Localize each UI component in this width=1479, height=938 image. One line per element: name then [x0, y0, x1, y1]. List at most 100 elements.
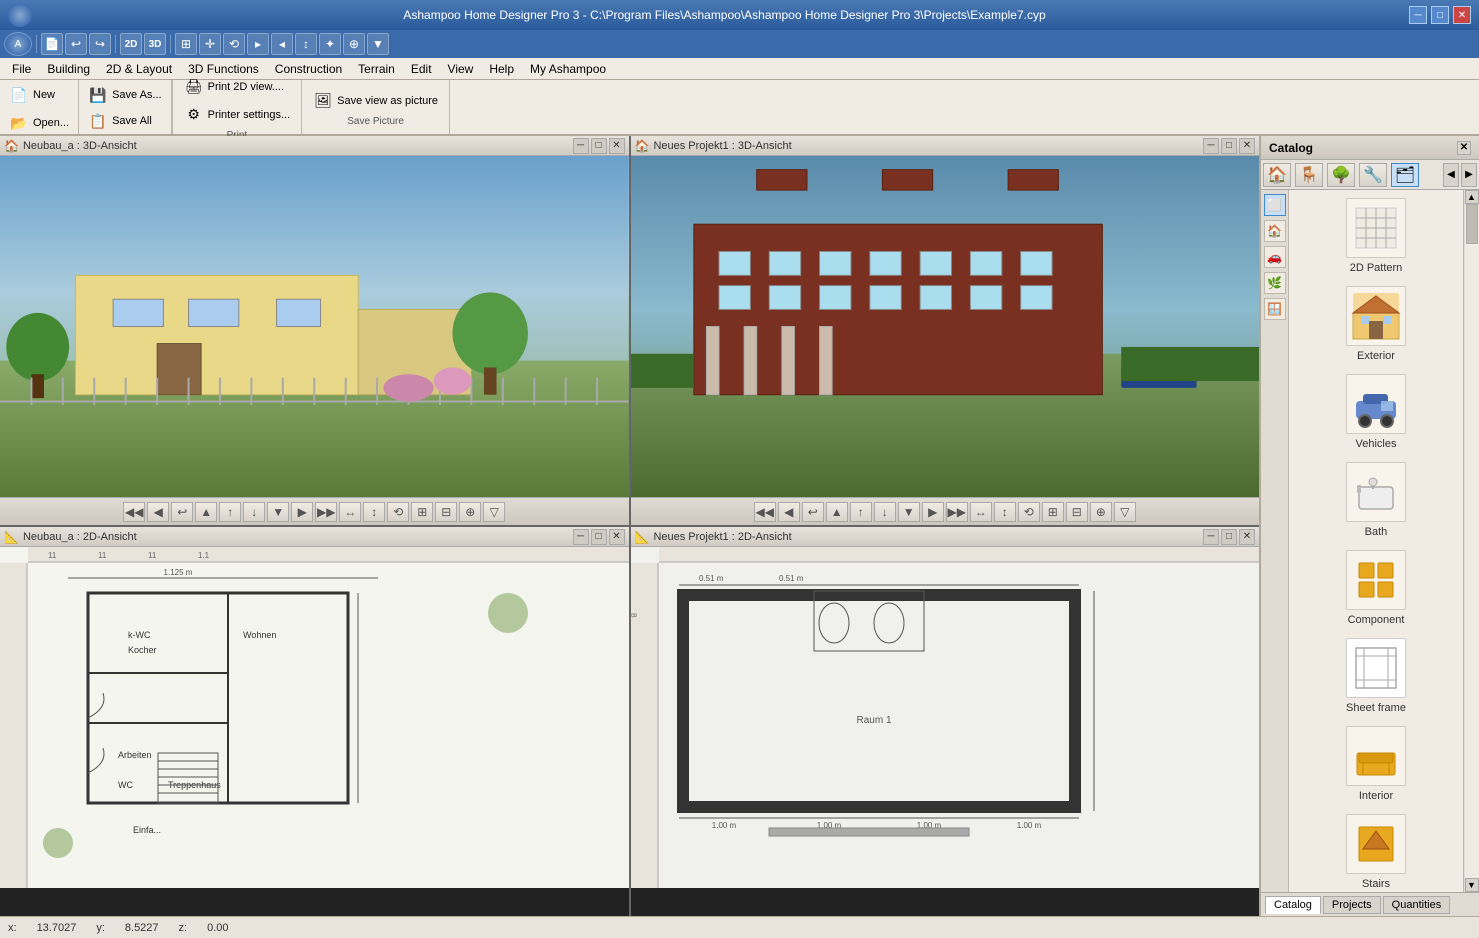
vp3dl-close[interactable]: ✕ — [609, 138, 625, 154]
vp3dr-maximize[interactable]: □ — [1221, 138, 1237, 154]
nav3dr-minus[interactable]: ⊟ — [1066, 502, 1088, 522]
maximize-button[interactable]: □ — [1431, 6, 1449, 24]
qb-logo[interactable]: A — [4, 32, 32, 56]
qb-new[interactable]: 📄 — [41, 33, 63, 55]
nav3dl-undo[interactable]: ↩ — [171, 502, 193, 522]
nav3dl-minus[interactable]: ⊟ — [435, 502, 457, 522]
nav3dl-fwd[interactable]: ▶ — [291, 502, 313, 522]
catside-icon-5[interactable]: 🪟 — [1264, 298, 1286, 320]
nav3dl-up[interactable]: ↑ — [219, 502, 241, 522]
catalog-item-sheetframe[interactable]: Sheet frame — [1297, 638, 1455, 714]
nav3dl-v[interactable]: ↕ — [363, 502, 385, 522]
viewport-3d-left-content[interactable] — [0, 156, 629, 497]
qb-back[interactable]: ◂ — [271, 33, 293, 55]
qb-2d[interactable]: 2D — [120, 33, 142, 55]
toolbar-open[interactable]: 📂 Open... — [4, 110, 74, 136]
nav3dr-dn[interactable]: ↓ — [874, 502, 896, 522]
nav3dr-prev[interactable]: ◀ — [778, 502, 800, 522]
menu-building[interactable]: Building — [39, 60, 98, 78]
catalog-footer-tab-quantities[interactable]: Quantities — [1383, 896, 1451, 914]
nav3dr-fwd[interactable]: ▶ — [922, 502, 944, 522]
menu-edit[interactable]: Edit — [403, 60, 440, 78]
qb-arrow[interactable]: ▸ — [247, 33, 269, 55]
catside-icon-2[interactable]: 🏠 — [1264, 220, 1286, 242]
menu-myashampoo[interactable]: My Ashampoo — [522, 60, 614, 78]
scrollbar-thumb[interactable] — [1466, 204, 1478, 244]
catalog-right-arrow[interactable]: ▶ — [1461, 163, 1477, 187]
nav3dl-fwd2[interactable]: ▶▶ — [315, 502, 337, 522]
catside-icon-1[interactable]: ⬜ — [1264, 194, 1286, 216]
toolbar-print2d[interactable]: 🖨 Print 2D view.... — [179, 74, 296, 100]
nav3dr-fwd2[interactable]: ▶▶ — [946, 502, 968, 522]
vp3dr-close[interactable]: ✕ — [1239, 138, 1255, 154]
vp2dr-close[interactable]: ✕ — [1239, 529, 1255, 545]
viewport-2d-left-content[interactable]: 11 11 11 1.1 1.125 m — [0, 547, 629, 888]
nav3dl-plus[interactable]: ⊕ — [459, 502, 481, 522]
scrollbar-down-btn[interactable]: ▼ — [1465, 878, 1479, 892]
nav3dr-v[interactable]: ↕ — [994, 502, 1016, 522]
qb-cursor[interactable]: ✛ — [199, 33, 221, 55]
catalog-left-arrow[interactable]: ◀ — [1443, 163, 1459, 187]
nav3dr-up-arr[interactable]: ▲ — [826, 502, 848, 522]
cat-tab-5[interactable]: 🗂 — [1391, 163, 1419, 187]
qb-3d[interactable]: 3D — [144, 33, 166, 55]
menu-help[interactable]: Help — [481, 60, 522, 78]
vp2dl-close[interactable]: ✕ — [609, 529, 625, 545]
menu-file[interactable]: File — [4, 60, 39, 78]
toolbar-saveas[interactable]: 💾 Save As... — [83, 82, 167, 108]
qb-dropdown[interactable]: ▼ — [367, 33, 389, 55]
nav3dr-plus[interactable]: ⊕ — [1090, 502, 1112, 522]
catalog-item-bath[interactable]: Bath — [1297, 462, 1455, 538]
vp2dr-minimize[interactable]: ─ — [1203, 529, 1219, 545]
menu-2dlayout[interactable]: 2D & Layout — [98, 60, 180, 78]
nav3dr-more[interactable]: ▽ — [1114, 502, 1136, 522]
qb-rotate[interactable]: ⟲ — [223, 33, 245, 55]
catalog-item-exterior[interactable]: Exterior — [1297, 286, 1455, 362]
nav3dl-grid[interactable]: ⊞ — [411, 502, 433, 522]
qb-resize[interactable]: ↕ — [295, 33, 317, 55]
toolbar-printer-settings[interactable]: ⚙ Printer settings... — [179, 102, 296, 128]
catalog-close-btn[interactable]: ✕ — [1457, 141, 1471, 155]
catalog-item-extra[interactable]: Stairs — [1297, 814, 1455, 890]
viewport-2d-right-content[interactable]: B 0.51 m 0.51 m — [631, 547, 1260, 888]
toolbar-save-view[interactable]: 🖼 Save view as picture — [308, 88, 443, 114]
nav3dl-back[interactable]: ◀◀ — [123, 502, 145, 522]
nav3dr-dn-arr[interactable]: ▼ — [898, 502, 920, 522]
cat-tab-3[interactable]: 🌳 — [1327, 163, 1355, 187]
toolbar-saveall[interactable]: 📋 Save All — [83, 108, 167, 134]
catalog-footer-tab-catalog[interactable]: Catalog — [1265, 896, 1321, 914]
qb-plus[interactable]: ⊕ — [343, 33, 365, 55]
close-button[interactable]: ✕ — [1453, 6, 1471, 24]
nav3dr-up[interactable]: ↑ — [850, 502, 872, 522]
nav3dl-dn-arr[interactable]: ▼ — [267, 502, 289, 522]
cat-tab-2[interactable]: 🪑 — [1295, 163, 1323, 187]
vp3dl-minimize[interactable]: ─ — [573, 138, 589, 154]
vp3dr-minimize[interactable]: ─ — [1203, 138, 1219, 154]
nav3dl-up-arr[interactable]: ▲ — [195, 502, 217, 522]
nav3dr-back[interactable]: ◀◀ — [754, 502, 776, 522]
vp2dl-minimize[interactable]: ─ — [573, 529, 589, 545]
qb-star[interactable]: ✦ — [319, 33, 341, 55]
catside-icon-4[interactable]: 🌿 — [1264, 272, 1286, 294]
nav3dl-h[interactable]: ↔ — [339, 502, 361, 522]
minimize-button[interactable]: ─ — [1409, 6, 1427, 24]
nav3dl-prev[interactable]: ◀ — [147, 502, 169, 522]
vp2dl-maximize[interactable]: □ — [591, 529, 607, 545]
cat-tab-4[interactable]: 🔧 — [1359, 163, 1387, 187]
cat-tab-1[interactable]: 🏠 — [1263, 163, 1291, 187]
vp2dr-maximize[interactable]: □ — [1221, 529, 1237, 545]
toolbar-new[interactable]: 📄 New — [4, 82, 60, 108]
catalog-item-2dpattern[interactable]: 2D Pattern — [1297, 198, 1455, 274]
catside-icon-3[interactable]: 🚗 — [1264, 246, 1286, 268]
nav3dl-rot[interactable]: ⟲ — [387, 502, 409, 522]
nav3dr-grid[interactable]: ⊞ — [1042, 502, 1064, 522]
nav3dr-h[interactable]: ↔ — [970, 502, 992, 522]
qb-grid[interactable]: ⊞ — [175, 33, 197, 55]
nav3dr-undo[interactable]: ↩ — [802, 502, 824, 522]
catalog-footer-tab-projects[interactable]: Projects — [1323, 896, 1381, 914]
qb-redo[interactable]: ↪ — [89, 33, 111, 55]
nav3dl-dn[interactable]: ↓ — [243, 502, 265, 522]
scrollbar-up-btn[interactable]: ▲ — [1465, 190, 1479, 204]
vp3dl-maximize[interactable]: □ — [591, 138, 607, 154]
nav3dl-more[interactable]: ▽ — [483, 502, 505, 522]
